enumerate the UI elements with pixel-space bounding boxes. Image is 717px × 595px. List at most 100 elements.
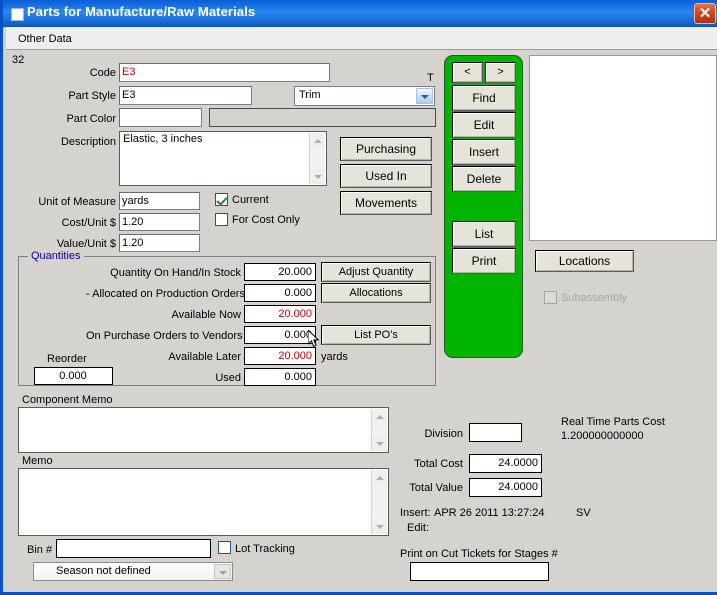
real-time-parts-cost-value: 1.200000000000 <box>561 430 644 442</box>
allocated-label: - Allocated on Production Orders <box>86 288 245 300</box>
insert-label: Insert: <box>400 507 431 519</box>
cut-tickets-label: Print on Cut Tickets for Stages # <box>400 548 558 560</box>
movements-button[interactable]: Movements <box>340 191 432 215</box>
part-style-label: Part Style <box>68 90 116 102</box>
component-memo-label: Component Memo <box>22 394 113 406</box>
chevron-down-icon[interactable] <box>214 564 231 579</box>
print-button[interactable]: Print <box>452 248 516 274</box>
find-button[interactable]: Find <box>452 85 516 111</box>
window-icon <box>11 8 24 21</box>
close-button[interactable]: ✕ <box>694 3 716 24</box>
division-label: Division <box>424 428 463 440</box>
current-label: Current <box>232 194 269 206</box>
locations-button[interactable]: Locations <box>535 250 634 272</box>
available-now-label: Available Now <box>171 309 241 321</box>
code-label: Code <box>89 67 116 79</box>
insert-user: SV <box>576 507 591 519</box>
cost-per-unit-label: Cost/Unit $ <box>61 217 116 229</box>
season-combo[interactable]: Season not defined <box>33 562 233 581</box>
chevron-down-icon[interactable] <box>416 88 433 104</box>
bin-input[interactable] <box>56 539 211 558</box>
tab-strip: Other Data <box>6 27 717 50</box>
used-input[interactable]: 0.000 <box>244 368 316 386</box>
next-record-button[interactable]: > <box>485 62 516 83</box>
memo-textarea[interactable] <box>18 468 389 536</box>
client-area: 32 Code E3 T Part Style E3 Trim Part Col… <box>6 50 717 592</box>
scroll-down-icon[interactable] <box>372 436 387 451</box>
scroll-up-icon[interactable] <box>372 470 387 485</box>
for-cost-only-checkbox[interactable] <box>215 213 228 226</box>
used-in-button[interactable]: Used In <box>340 164 432 188</box>
qty-on-hand-input[interactable]: 20.000 <box>244 263 316 281</box>
reorder-label: Reorder <box>47 353 87 365</box>
description-scrollbar[interactable] <box>309 133 325 184</box>
unit-of-measure-input[interactable]: yards <box>119 192 200 210</box>
current-checkbox[interactable] <box>215 193 228 206</box>
for-cost-only-label: For Cost Only <box>232 214 300 226</box>
part-color-input[interactable] <box>119 108 202 127</box>
scroll-up-icon[interactable] <box>310 133 325 148</box>
total-cost-label: Total Cost <box>414 458 463 470</box>
description-label: Description <box>60 136 116 148</box>
memo-scrollbar[interactable] <box>371 470 387 534</box>
real-time-parts-cost-label: Real Time Parts Cost <box>561 416 665 428</box>
part-type-value: Trim <box>299 89 321 101</box>
subassembly-checkbox <box>544 291 557 304</box>
part-type-combo[interactable]: Trim <box>294 86 435 106</box>
reorder-input[interactable]: 0.000 <box>34 367 113 385</box>
description-textarea[interactable]: Elastic, 3 inches <box>119 131 327 186</box>
purchasing-button[interactable]: Purchasing <box>340 137 432 161</box>
unit-of-measure-label: Unit of Measure <box>38 196 116 208</box>
cut-tickets-input[interactable] <box>410 562 549 581</box>
on-purchase-orders-label: On Purchase Orders to Vendors <box>86 330 243 342</box>
edit-label: Edit: <box>407 522 430 534</box>
total-cost-input: 24.0000 <box>469 454 542 473</box>
insert-button[interactable]: Insert <box>452 139 516 165</box>
application-window: Parts for Manufacture/Raw Materials ✕ Ot… <box>0 0 717 595</box>
delete-button[interactable]: Delete <box>452 166 516 192</box>
prev-record-button[interactable]: < <box>452 62 483 83</box>
cost-per-unit-input[interactable]: 1.20 <box>119 213 200 231</box>
available-later-label: Available Later <box>168 351 241 363</box>
scroll-down-icon[interactable] <box>372 519 387 534</box>
description-value: Elastic, 3 inches <box>123 133 203 145</box>
bin-label: Bin # <box>27 544 53 556</box>
total-value-input: 24.0000 <box>469 478 542 497</box>
close-icon: ✕ <box>698 5 712 22</box>
window-title: Parts for Manufacture/Raw Materials <box>27 4 256 19</box>
value-per-unit-input[interactable]: 1.20 <box>119 234 200 252</box>
available-now-input[interactable]: 20.000 <box>244 305 316 323</box>
list-button[interactable]: List <box>452 221 516 247</box>
record-number: 32 <box>12 54 25 66</box>
scroll-up-icon[interactable] <box>372 409 387 424</box>
allocated-input[interactable]: 0.000 <box>244 284 316 302</box>
component-memo-scrollbar[interactable] <box>371 409 387 451</box>
qty-on-hand-label: Quantity On Hand/In Stock <box>110 267 241 279</box>
related-list-box[interactable] <box>529 55 717 241</box>
part-style-input[interactable]: E3 <box>119 86 252 105</box>
tab-other-data[interactable]: Other Data <box>12 31 78 47</box>
insert-timestamp: APR 26 2011 13:27:24 <box>434 507 545 519</box>
total-value-label: Total Value <box>409 482 463 494</box>
available-later-input[interactable]: 20.000 <box>244 347 316 365</box>
part-color-label: Part Color <box>66 113 116 125</box>
title-bar: Parts for Manufacture/Raw Materials ✕ <box>3 0 717 27</box>
navigation-panel: < > Find Edit Insert Delete List Print <box>444 55 523 358</box>
scroll-down-icon[interactable] <box>310 169 325 184</box>
lot-tracking-label: Lot Tracking <box>235 543 295 555</box>
season-value: Season not defined <box>56 565 151 577</box>
allocations-button[interactable]: Allocations <box>321 283 431 303</box>
code-input[interactable]: E3 <box>119 63 330 82</box>
subassembly-label: Subassembly <box>561 292 628 304</box>
edit-button[interactable]: Edit <box>452 112 516 138</box>
adjust-quantity-button[interactable]: Adjust Quantity <box>321 262 431 282</box>
component-memo-textarea[interactable] <box>18 407 389 453</box>
available-later-unit: yards <box>321 351 348 363</box>
division-input[interactable] <box>469 423 522 442</box>
value-per-unit-label: Value/Unit $ <box>56 238 116 250</box>
list-pos-button[interactable]: List PO's <box>321 325 431 345</box>
on-purchase-orders-input[interactable]: 0.000 <box>244 326 316 344</box>
type-flag-label: T <box>427 72 434 84</box>
part-color-description-readonly <box>209 108 436 127</box>
lot-tracking-checkbox[interactable] <box>218 541 231 554</box>
